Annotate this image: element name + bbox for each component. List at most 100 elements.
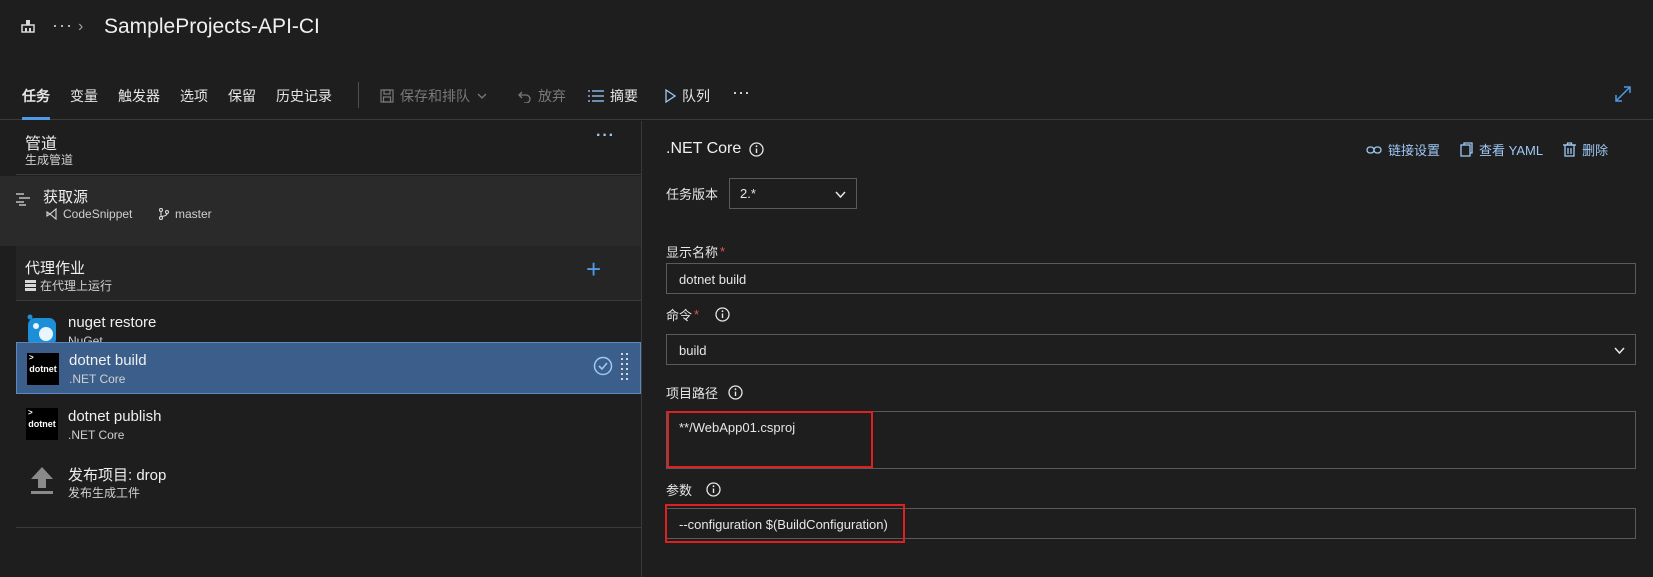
view-yaml-label: 查看 YAML <box>1479 143 1544 158</box>
arguments-label-text: 参数 <box>666 483 693 498</box>
link-settings-button[interactable]: 链接设置 <box>1366 140 1440 159</box>
clipboard-icon <box>1460 142 1473 157</box>
command-label: 命令 * <box>666 305 730 324</box>
list-icon <box>588 90 604 102</box>
server-icon <box>25 280 36 291</box>
task-detail-panel: .NET Core 链接设置 查看 YAML 删除 任务版本 2.* 显示名称 *… <box>642 121 1653 577</box>
source-repo: CodeSnippet <box>46 207 132 221</box>
drag-handle-icon[interactable] <box>621 353 629 383</box>
tab-variables[interactable]: 变量 <box>70 86 98 120</box>
toolbar-divider <box>358 82 359 108</box>
required-mark: * <box>694 307 700 322</box>
agent-job-item[interactable]: 代理作业 在代理上运行 + <box>16 246 641 301</box>
source-branch-name: master <box>175 207 212 221</box>
breadcrumb-more-icon[interactable]: ··· <box>52 15 73 36</box>
get-sources-title: 获取源 <box>43 189 89 206</box>
discard-label: 放弃 <box>538 88 566 104</box>
task-name: 发布项目: drop <box>68 467 167 484</box>
highlight-box-arguments <box>665 504 905 543</box>
tab-options[interactable]: 选项 <box>180 86 208 120</box>
list-divider <box>16 527 641 528</box>
save-queue-button[interactable]: 保存和排队 <box>380 86 488 106</box>
add-task-button[interactable]: + <box>586 256 601 282</box>
branch-icon <box>158 208 170 220</box>
summary-label: 摘要 <box>610 88 638 104</box>
dotnet-icon-label: dotnet <box>29 364 57 374</box>
link-settings-label: 链接设置 <box>1388 143 1441 158</box>
source-repo-name: CodeSnippet <box>63 207 133 221</box>
task-detail-actions: 链接设置 查看 YAML 删除 <box>1366 140 1608 159</box>
pipeline-header[interactable]: 管道 生成管道 ··· <box>16 121 641 175</box>
queue-button[interactable]: 队列 <box>664 86 710 106</box>
command-label-text: 命令 <box>666 308 693 323</box>
source-list-icon <box>16 193 30 206</box>
tab-triggers[interactable]: 触发器 <box>118 86 160 120</box>
command-value: build <box>679 343 707 358</box>
task-type: .NET Core <box>68 428 125 442</box>
display-name-input[interactable]: dotnet build <box>666 263 1636 294</box>
agent-job-title: 代理作业 <box>25 260 86 277</box>
task-item-publish-artifact[interactable]: 发布项目: drop 发布生成工件 <box>16 453 641 509</box>
link-icon <box>1366 145 1382 154</box>
display-name-label-text: 显示名称 <box>666 245 719 260</box>
arguments-label: 参数 <box>666 480 721 499</box>
source-branch: master <box>158 207 212 221</box>
task-version-label: 任务版本 <box>666 187 719 202</box>
command-select[interactable]: build <box>666 334 1636 365</box>
summary-button[interactable]: 摘要 <box>588 86 638 106</box>
agent-job-subtitle-text: 在代理上运行 <box>40 279 113 293</box>
tab-tasks[interactable]: 任务 <box>22 86 50 120</box>
required-mark: * <box>720 244 726 259</box>
check-circle-icon <box>593 356 613 376</box>
project-path-label: 项目路径 <box>666 383 743 402</box>
expand-icon[interactable] <box>1614 85 1632 103</box>
task-detail-title: .NET Core <box>666 140 764 158</box>
discard-button[interactable]: 放弃 <box>518 86 566 106</box>
chevron-down-icon <box>477 93 487 99</box>
toolbar: 任务 变量 触发器 选项 保留 历史记录 保存和排队 放弃 摘要 队列 ··· <box>0 70 1653 120</box>
task-item-dotnet-build[interactable]: > dotnet dotnet build .NET Core <box>16 342 641 394</box>
info-icon[interactable] <box>728 385 743 400</box>
chevron-down-icon <box>1614 347 1625 355</box>
info-icon[interactable] <box>706 482 721 497</box>
pipeline-more-icon[interactable]: ··· <box>596 127 615 145</box>
task-version-select[interactable]: 2.* <box>729 178 857 209</box>
project-path-label-text: 项目路径 <box>666 386 719 401</box>
info-icon[interactable] <box>749 141 764 157</box>
save-queue-label: 保存和排队 <box>400 88 470 104</box>
view-yaml-button[interactable]: 查看 YAML <box>1460 140 1543 159</box>
breadcrumb-chevron-icon: › <box>78 18 84 35</box>
task-detail-title-text: .NET Core <box>666 140 742 157</box>
task-type: .NET Core <box>69 372 126 386</box>
display-name-label: 显示名称 * <box>666 242 725 261</box>
dotnet-icon: > dotnet <box>27 353 59 385</box>
agent-job-subtitle: 在代理上运行 <box>25 277 112 294</box>
toolbar-more-icon[interactable]: ··· <box>732 82 750 103</box>
tab-retention[interactable]: 保留 <box>228 86 256 120</box>
pipeline-subtitle: 生成管道 <box>25 153 74 167</box>
dotnet-icon-label: dotnet <box>28 419 56 429</box>
pipeline-panel: 管道 生成管道 ··· 获取源 CodeSnippet master 代理作业 … <box>0 121 641 577</box>
queue-label: 队列 <box>682 88 710 104</box>
task-name: nuget restore <box>68 314 157 331</box>
info-icon[interactable] <box>715 307 730 322</box>
play-icon <box>665 89 676 103</box>
undo-icon <box>518 91 531 103</box>
task-item-dotnet-publish[interactable]: > dotnet dotnet publish .NET Core <box>16 397 641 453</box>
visual-studio-icon <box>46 208 57 220</box>
task-version-value: 2.* <box>740 186 756 201</box>
page-title: SampleProjects-API-CI <box>104 15 320 38</box>
upload-icon <box>31 467 53 494</box>
highlight-box-project-path <box>667 411 873 468</box>
chevron-down-icon <box>835 191 846 199</box>
save-icon <box>380 89 394 103</box>
task-name: dotnet build <box>69 352 147 369</box>
trash-icon <box>1563 142 1577 157</box>
task-type: 发布生成工件 <box>68 486 141 500</box>
task-name: dotnet publish <box>68 408 162 425</box>
delete-button[interactable]: 删除 <box>1563 140 1608 159</box>
pipeline-logo-icon[interactable] <box>20 18 36 34</box>
delete-label: 删除 <box>1582 143 1609 158</box>
tab-history[interactable]: 历史记录 <box>276 86 332 120</box>
get-sources-item[interactable]: 获取源 CodeSnippet master <box>0 176 641 246</box>
